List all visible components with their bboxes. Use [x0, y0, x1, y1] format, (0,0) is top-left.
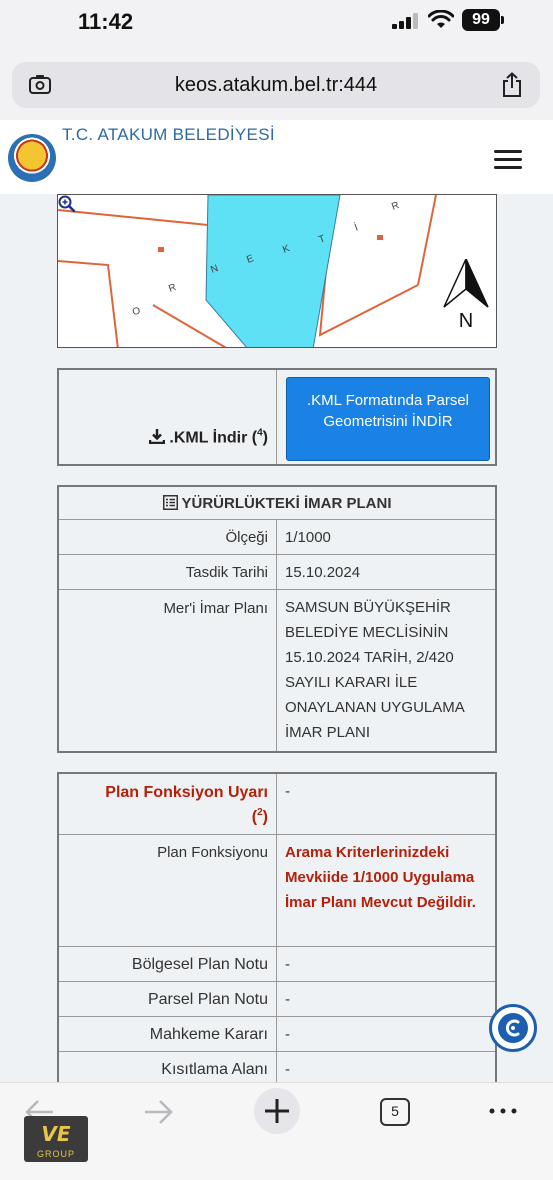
kml-download-link[interactable]: .KML İndir (4)	[148, 428, 268, 447]
kml-label: .KML İndir	[169, 429, 248, 447]
table-row: Mahkeme Kararı -	[59, 1016, 495, 1051]
plan-warning-footnote: 2	[257, 807, 263, 818]
row-label: Mer'i İmar Planı	[59, 590, 277, 751]
zoning-heading-row: YÜRÜRLÜKTEKİ İMAR PLANI	[59, 487, 495, 519]
plan-function-table: Plan Fonksiyon Uyarı (2) - Plan Fonksiyon…	[57, 772, 497, 1086]
row-value: -	[285, 783, 290, 800]
zoning-plan-table: YÜRÜRLÜKTEKİ İMAR PLANI Ölçeği 1/1000 Ta…	[57, 485, 497, 753]
cellular-signal-icon	[392, 13, 418, 29]
ve-group-watermark-logo: VE GROUP	[24, 1116, 88, 1162]
zoom-icon[interactable]	[58, 195, 76, 213]
site-header: T.C. ATAKUM BELEDİYESİ	[0, 120, 553, 194]
table-row: Ölçeği 1/1000	[59, 519, 495, 554]
browser-address-area: keos.atakum.bel.tr:444	[0, 44, 553, 120]
more-icon[interactable]	[488, 1107, 518, 1115]
row-value: SAMSUN BÜYÜKŞEHİR BELEDİYE MECLİSİNİN 15…	[285, 599, 464, 741]
address-bar[interactable]: keos.atakum.bel.tr:444	[12, 62, 540, 108]
atakum-logo[interactable]	[8, 134, 56, 182]
row-value: 15.10.2024	[285, 564, 361, 581]
url-text[interactable]: keos.atakum.bel.tr:444	[12, 74, 540, 97]
north-arrow-icon: N	[442, 259, 490, 329]
kml-footnote: 4	[257, 428, 263, 439]
table-row: Mer'i İmar Planı SAMSUN BÜYÜKŞEHİR BELED…	[59, 589, 495, 751]
map-label: O	[132, 306, 142, 318]
kml-download-button[interactable]: .KML Formatında Parsel Geometrisini İNDİ…	[286, 377, 490, 461]
hamburger-menu-icon[interactable]	[494, 150, 522, 170]
map-label: İ	[353, 221, 360, 234]
kml-label-cell: .KML İndir (4)	[59, 370, 277, 464]
watermark-logo-subtext: GROUP	[36, 1149, 75, 1159]
table-row: Tasdik Tarihi 15.10.2024	[59, 554, 495, 589]
table-row: Plan Fonksiyon Uyarı (2) -	[59, 774, 495, 834]
parcel-map[interactable]: O R N E K T İ R N	[57, 194, 497, 348]
forward-icon[interactable]	[143, 1099, 173, 1125]
row-label: Kısıtlama Alanı	[59, 1052, 277, 1086]
row-value: -	[285, 1061, 290, 1078]
tab-switcher-button[interactable]: 5	[380, 1098, 410, 1126]
row-label: Mahkeme Kararı	[59, 1017, 277, 1051]
row-value: -	[285, 1026, 290, 1043]
row-label: Ölçeği	[59, 520, 277, 554]
row-label: Bölgesel Plan Notu	[59, 947, 277, 981]
status-time: 11:42	[78, 9, 134, 34]
table-row: Parsel Plan Notu -	[59, 981, 495, 1016]
row-label: Tasdik Tarihi	[59, 555, 277, 589]
download-icon	[148, 429, 166, 445]
battery-indicator: 99	[462, 9, 504, 31]
row-label: Plan Fonksiyon Uyarı (2)	[59, 774, 277, 834]
zoning-heading: YÜRÜRLÜKTEKİ İMAR PLANI	[181, 495, 392, 512]
plan-warning-label: Plan Fonksiyon Uyarı	[105, 784, 268, 801]
watermark-logo-text: VE	[41, 1122, 71, 1146]
share-icon[interactable]	[500, 72, 524, 98]
wifi-icon	[428, 10, 454, 28]
map-canvas: O R N E K T İ R	[58, 195, 437, 347]
new-tab-button[interactable]	[254, 1088, 300, 1134]
table-row: Kısıtlama Alanı -	[59, 1051, 495, 1086]
map-label: R	[167, 282, 178, 295]
site-title: T.C. ATAKUM BELEDİYESİ	[62, 125, 275, 144]
map-label: R	[390, 200, 401, 213]
plus-icon	[265, 1099, 289, 1123]
plan-function-value: Arama Kriterlerinizdeki Mevkiide 1/1000 …	[285, 844, 476, 911]
row-label: Plan Fonksiyonu	[59, 835, 277, 946]
row-label: Parsel Plan Notu	[59, 982, 277, 1016]
row-value: -	[285, 991, 290, 1008]
north-label: N	[459, 310, 473, 329]
kml-download-table: .KML İndir (4) .KML Formatında Parsel Ge…	[57, 368, 497, 466]
chat-assistant-button[interactable]	[489, 1004, 537, 1052]
status-bar: 11:42 99	[0, 0, 553, 44]
row-value: -	[285, 956, 290, 973]
table-row: Plan Fonksiyonu Arama Kriterlerinizdeki …	[59, 834, 495, 946]
list-icon	[162, 495, 178, 510]
row-value: 1/1000	[285, 529, 331, 546]
chat-icon	[498, 1013, 528, 1043]
table-row: Bölgesel Plan Notu -	[59, 946, 495, 981]
